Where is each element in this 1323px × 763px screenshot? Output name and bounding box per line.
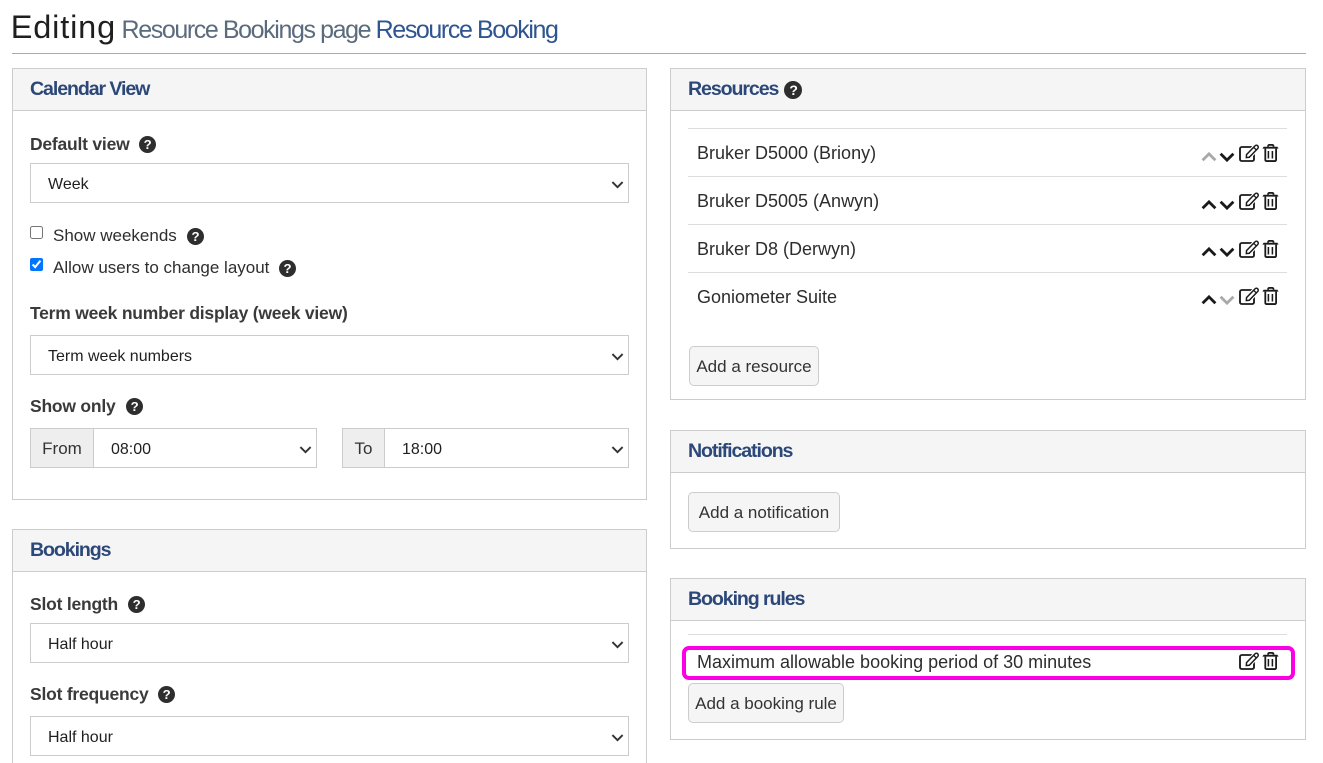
svg-text:?: ?	[130, 399, 138, 414]
svg-text:?: ?	[790, 81, 798, 97]
svg-text:?: ?	[144, 137, 152, 152]
svg-text:?: ?	[163, 687, 171, 702]
svg-text:?: ?	[284, 261, 292, 276]
svg-text:?: ?	[133, 597, 141, 612]
svg-text:?: ?	[191, 229, 199, 244]
